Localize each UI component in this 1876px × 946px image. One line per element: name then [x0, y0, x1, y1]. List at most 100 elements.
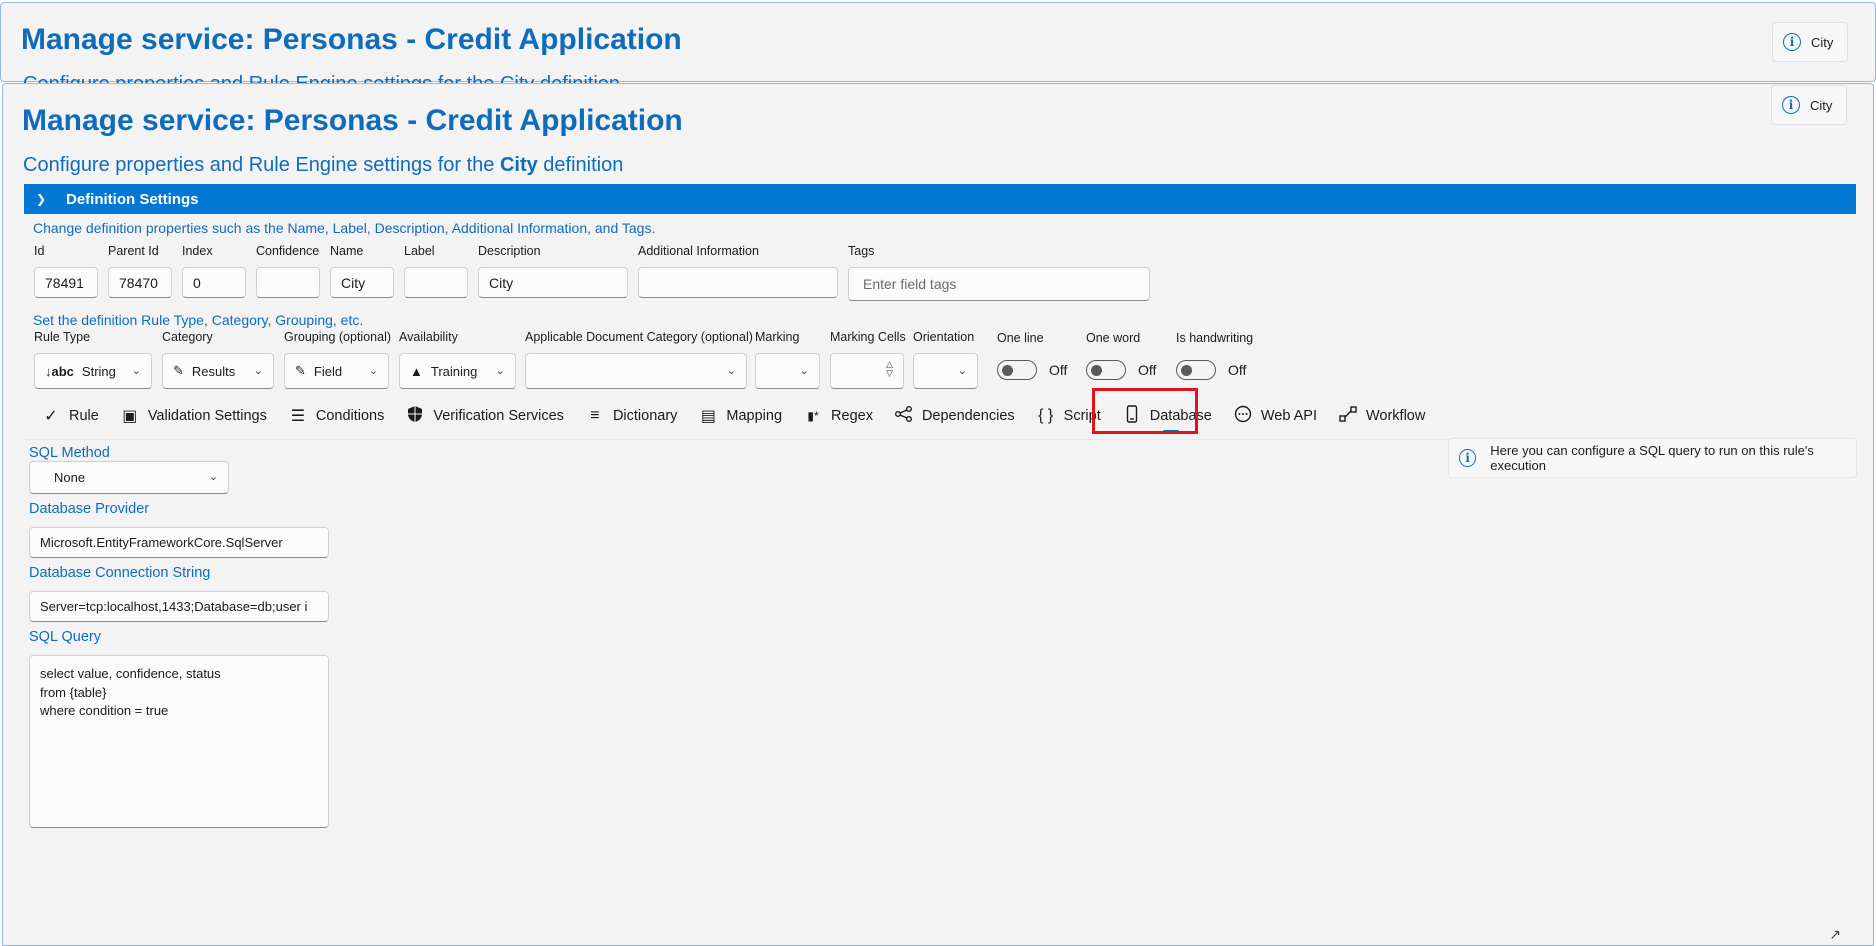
page-subtitle-prefix: Configure properties and Rule Engine set… [23, 154, 500, 176]
availability-label: Availability [399, 330, 458, 344]
description-field[interactable]: City [478, 267, 628, 298]
chevron-down-icon: ❯ [36, 192, 47, 206]
chevron-down-icon: ⌄ [799, 365, 809, 377]
grouping-label: Grouping (optional) [284, 330, 392, 344]
page-subtitle-suffix: definition [537, 154, 624, 176]
tab-label: Rule [69, 408, 99, 424]
grouping-select[interactable]: ✎ Field ⌄ [284, 353, 389, 389]
chevron-down-icon: ⌄ [495, 365, 505, 377]
rule-tabs: ✓ Rule ▣ Validation Settings ☰ Condition… [31, 397, 1436, 435]
main-window: Manage service: Personas - Credit Applic… [2, 83, 1874, 946]
tab-conditions[interactable]: ☰ Conditions [278, 397, 396, 435]
properties-hint: Change definition properties such as the… [33, 220, 656, 236]
share-icon [894, 405, 913, 427]
rule-settings-hint: Set the definition Rule Type, Category, … [33, 312, 364, 328]
sql-method-label: SQL Method [29, 445, 110, 461]
background-info-chip[interactable]: i City [1772, 22, 1849, 62]
page-subtitle: Configure properties and Rule Engine set… [23, 154, 623, 177]
tab-verification-services[interactable]: Verification Services [395, 397, 575, 435]
orientation-select[interactable]: ⌄ [913, 353, 978, 389]
tab-label: Conditions [315, 408, 385, 424]
chevron-down-icon: ⌄ [726, 365, 736, 377]
dictionary-icon: ≡ [590, 407, 600, 424]
chevron-down-icon: ⌄ [208, 471, 218, 483]
book-icon: ▤ [700, 408, 716, 425]
additional-info-field[interactable] [638, 267, 838, 298]
one-word-state: Off [1138, 362, 1157, 378]
tab-dictionary[interactable]: ≡ Dictionary [575, 397, 688, 435]
description-label: Description [478, 244, 541, 258]
popout-icon[interactable]: ↗ [1829, 926, 1841, 943]
one-line-toggle[interactable]: Off [997, 360, 1067, 380]
id-label: Id [34, 244, 45, 258]
one-line-state: Off [1049, 362, 1068, 378]
is-handwriting-toggle[interactable]: Off [1176, 360, 1246, 380]
graduation-cap-icon: ▲ [410, 363, 423, 379]
database-provider-label: Database Provider [29, 501, 150, 517]
grouping-value: Field [313, 363, 343, 379]
tab-label: Web API [1260, 408, 1317, 424]
tab-regex[interactable]: ▮* Regex [793, 397, 884, 435]
index-field[interactable]: 0 [182, 267, 246, 298]
database-info-text: Here you can configure a SQL query to ru… [1490, 443, 1814, 473]
pen-icon: ✎ [295, 363, 306, 378]
info-icon: i [1782, 96, 1800, 114]
tab-workflow[interactable]: Workflow [1328, 397, 1436, 435]
sql-query-editor[interactable]: select value, confidence, status from {t… [29, 655, 329, 828]
orientation-label: Orientation [913, 330, 975, 344]
definition-settings-header[interactable]: ❯ Definition Settings [24, 184, 1856, 214]
one-word-toggle[interactable]: Off [1086, 360, 1156, 380]
one-line-label: One line [997, 331, 1044, 345]
definition-chip-label: City [1810, 97, 1833, 113]
background-chip-label: City [1811, 34, 1834, 50]
sql-query-label: SQL Query [29, 629, 101, 645]
tab-dependencies[interactable]: Dependencies [884, 397, 1026, 435]
marking-cells-stepper[interactable]: △ ▽ [830, 353, 904, 389]
name-label: Name [330, 244, 364, 258]
id-field[interactable]: 78491 [34, 267, 98, 298]
is-handwriting-label: Is handwriting [1176, 331, 1254, 345]
database-provider-field[interactable]: Microsoft.EntityFrameworkCore.SqlServer [29, 527, 329, 558]
sql-method-value: None [54, 470, 86, 485]
background-window-title: Manage service: Personas - Credit Applic… [21, 23, 682, 56]
regex-icon: ▮* [807, 409, 819, 423]
is-handwriting-state: Off [1228, 362, 1247, 378]
tab-label: Mapping [726, 408, 783, 424]
workflow-icon [1339, 405, 1357, 427]
database-tab-highlight [1092, 388, 1198, 434]
definition-settings-title: Definition Settings [66, 190, 199, 208]
spin-arrows-icon[interactable]: △ ▽ [886, 360, 893, 378]
confidence-field[interactable] [256, 267, 320, 298]
one-word-switch[interactable] [1086, 360, 1126, 380]
tab-web-api[interactable]: Web API [1223, 397, 1328, 435]
tab-label: Verification Services [433, 408, 564, 424]
marking-select[interactable]: ⌄ [755, 353, 820, 389]
tab-validation-settings[interactable]: ▣ Validation Settings [110, 397, 278, 435]
category-label: Category [162, 330, 213, 344]
rule-type-select[interactable]: ↓abc String ⌄ [34, 353, 152, 389]
tags-input[interactable]: Enter field tags [848, 267, 1150, 301]
connection-string-field[interactable]: Server=tcp:localhost,1433;Database=db;us… [29, 591, 329, 622]
definition-info-chip[interactable]: i City [1771, 85, 1848, 125]
doc-category-select[interactable]: ⌄ [525, 353, 747, 389]
tab-rule[interactable]: ✓ Rule [31, 397, 110, 435]
chevron-down-icon: ⌄ [368, 365, 378, 377]
name-field[interactable]: City [330, 267, 394, 298]
tab-label: Validation Settings [147, 408, 267, 424]
more-circle-icon [1234, 405, 1252, 428]
shield-icon [406, 405, 424, 428]
category-select[interactable]: ✎ Results ⌄ [162, 353, 274, 389]
doc-category-label: Applicable Document Category (optional) [525, 330, 753, 344]
label-field[interactable] [404, 267, 468, 298]
label-label: Label [404, 244, 435, 258]
sql-query-line: select value, confidence, status [40, 666, 221, 681]
list-check-icon: ☰ [290, 408, 306, 425]
availability-select[interactable]: ▲ Training ⌄ [399, 353, 516, 389]
parent-id-field[interactable]: 78470 [108, 267, 172, 298]
is-handwriting-switch[interactable] [1176, 360, 1216, 380]
sql-method-select[interactable]: None ⌄ [29, 461, 229, 494]
confidence-label: Confidence [256, 244, 320, 258]
tab-mapping[interactable]: ▤ Mapping [688, 397, 793, 435]
one-line-switch[interactable] [997, 360, 1037, 380]
availability-value: Training [430, 363, 478, 379]
